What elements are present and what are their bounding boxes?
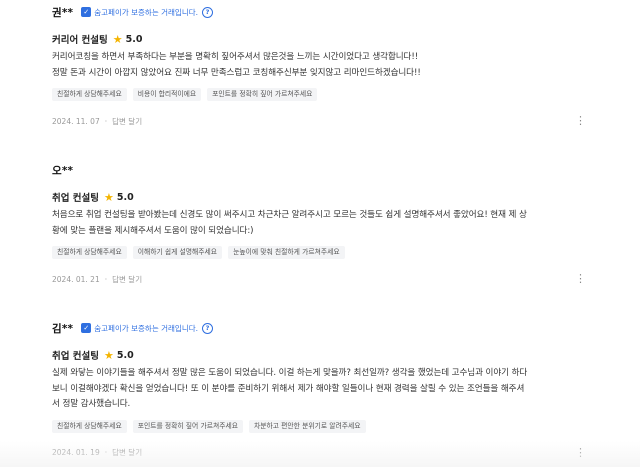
reply-link[interactable]: 답변 달기 [112, 447, 142, 458]
review-line: 커리어코칭을 하면서 부족하다는 부분을 명확히 짚어주셔서 많은것을 느끼는 … [52, 52, 419, 62]
review-tags: 친절하게 상담해주세요 포인트를 정확히 짚어 가르쳐주세요 차분하고 편안한 … [52, 419, 592, 433]
review-line: 보니 이걸해야겠다 확신을 얻었습니다! 또 이 분야를 준비하기 위해서 제가… [52, 383, 525, 394]
review-line: 황에 맞는 플랜을 제시해주셔서 도움이 많이 되었습니다:) [52, 225, 254, 236]
shield-check-icon: ✓ [81, 323, 92, 333]
rating-value: 5.0 [116, 191, 134, 203]
review-header: 권** ✓ 숨고페이가 보증하는 거래입니다. ? [52, 5, 592, 19]
shield-check-icon: ✓ [81, 7, 92, 17]
review-tag: 친절하게 상담해주세요 [52, 246, 127, 259]
kebab-menu-icon[interactable]: ⋮ [575, 446, 586, 459]
rating-value: 5.0 [116, 349, 134, 361]
review-tag: 차분하고 편안한 분위기로 알려주세요 [248, 419, 366, 433]
star-icon: ★ [104, 348, 114, 362]
review-header: 김** ✓ 숨고페이가 보증하는 거래입니다. ? [52, 321, 592, 335]
reviewer-name: 권** [52, 6, 74, 19]
review-meta: 2024. 01. 19 · 답변 달기 ⋮ [52, 446, 586, 459]
review-title-row: 커리어 컨설팅 ★ 5.0 [52, 32, 592, 47]
review-text: 처음으로 취업 컨설팅을 받아봤는데 신경도 많이 써주시고 차근차근 알려주시… [52, 208, 592, 239]
review-tags: 친절하게 상담해주세요 비용이 합리적이에요 포인트를 정확히 짚어 가르쳐주세… [52, 88, 592, 101]
review-line: 정말 돈과 시간이 아깝지 않았어요 진짜 너무 만족스럽고 코칭해주신부분 잊… [52, 67, 421, 78]
separator-dot: · [104, 274, 108, 284]
review-tag: 친절하게 상담해주세요 [52, 419, 127, 433]
info-icon[interactable]: ? [202, 322, 214, 334]
review-card: 권** ✓ 숨고페이가 보증하는 거래입니다. ? 커리어 컨설팅 ★ 5.0 … [52, 5, 592, 127]
review-date: 2024. 01. 21 [52, 274, 100, 284]
review-text: 실제 와닿는 이야기들을 해주셔서 정말 많은 도움이 되었습니다. 이걸 하는… [52, 366, 592, 413]
service-name: 커리어 컨설팅 [52, 35, 108, 46]
review-tag: 이해하기 쉽게 설명해주세요 [132, 246, 223, 259]
review-line: 서 정말 감사했습니다. [52, 399, 131, 409]
reply-link[interactable]: 답변 달기 [112, 116, 142, 127]
review-tag: 눈높이에 맞춰 친절하게 가르쳐주세요 [228, 246, 345, 259]
reviewer-name: 김** [52, 322, 74, 335]
review-tag: 비용이 합리적이에요 [132, 88, 202, 101]
review-header: 오** [52, 163, 592, 177]
safe-payment-badge: ✓ 숨고페이가 보증하는 거래입니다. ? [81, 6, 214, 18]
separator-dot: · [104, 116, 108, 126]
rating-value: 5.0 [125, 33, 143, 45]
review-line: 실제 와닿는 이야기들을 해주셔서 정말 많은 도움이 되었습니다. 이걸 하는… [52, 368, 528, 378]
review-title-row: 취업 컨설팅 ★ 5.0 [52, 348, 592, 363]
review-date: 2024. 01. 19 [52, 448, 100, 457]
service-name: 취업 컨설팅 [52, 193, 100, 204]
star-icon: ★ [104, 190, 114, 204]
reviewer-name: 오** [52, 164, 74, 177]
review-card: 오** 취업 컨설팅 ★ 5.0 처음으로 취업 컨설팅을 받아봤는데 신경도 … [52, 163, 592, 285]
kebab-menu-icon[interactable]: ⋮ [575, 273, 586, 285]
service-name: 취업 컨설팅 [52, 351, 100, 362]
reply-link[interactable]: 답변 달기 [112, 274, 142, 285]
kebab-menu-icon[interactable]: ⋮ [575, 115, 586, 127]
review-tag: 친절하게 상담해주세요 [52, 88, 127, 101]
separator-dot: · [104, 448, 108, 457]
badge-text: 숨고페이가 보증하는 거래입니다. [94, 323, 199, 333]
review-tag: 포인트를 정확히 짚어 가르쳐주세요 [207, 88, 318, 101]
review-card: 김** ✓ 숨고페이가 보증하는 거래입니다. ? 취업 컨설팅 ★ 5.0 실… [52, 321, 592, 459]
review-meta: 2024. 11. 07 · 답변 달기 ⋮ [52, 115, 586, 127]
star-icon: ★ [112, 32, 123, 46]
review-tag: 포인트를 정확히 짚어 가르쳐주세요 [132, 419, 243, 433]
review-line: 처음으로 취업 컨설팅을 받아봤는데 신경도 많이 써주시고 차근차근 알려주시… [52, 210, 527, 220]
badge-text: 숨고페이가 보증하는 거래입니다. [94, 7, 199, 17]
review-tags: 친절하게 상담해주세요 이해하기 쉽게 설명해주세요 눈높이에 맞춰 친절하게 … [52, 246, 592, 259]
info-icon[interactable]: ? [202, 6, 214, 18]
review-date: 2024. 11. 07 [52, 116, 100, 126]
safe-payment-badge: ✓ 숨고페이가 보증하는 거래입니다. ? [81, 322, 214, 334]
review-meta: 2024. 01. 21 · 답변 달기 ⋮ [52, 273, 586, 285]
review-title-row: 취업 컨설팅 ★ 5.0 [52, 190, 592, 205]
review-text: 커리어코칭을 하면서 부족하다는 부분을 명확히 짚어주셔서 많은것을 느끼는 … [52, 50, 592, 81]
